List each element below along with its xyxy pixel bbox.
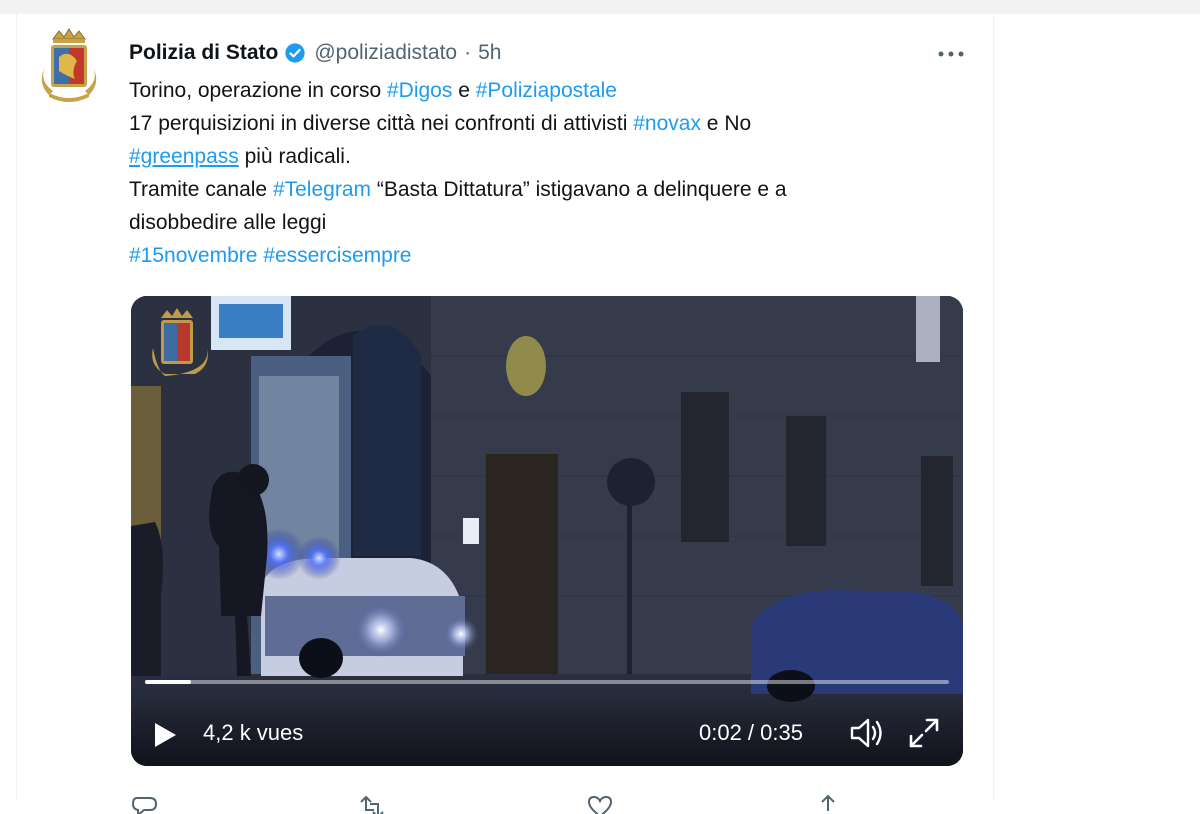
fullscreen-icon (909, 718, 939, 748)
text-segment: Torino, operazione in corso (129, 79, 387, 102)
page-background-strip (0, 0, 1200, 14)
author-handle[interactable]: @poliziadistato (314, 41, 457, 65)
text-segment: e No (700, 112, 752, 135)
more-options-button[interactable] (933, 42, 969, 66)
text-segment: 17 perquisizioni in diverse città nei co… (129, 112, 634, 135)
header-separator: · (464, 41, 472, 64)
play-icon (155, 723, 176, 747)
text-segment: più radicali. (238, 145, 351, 168)
text-segment: “Basta Dittatura” istigavano a delinquer… (371, 178, 787, 201)
hashtag-digos[interactable]: #Digos (387, 79, 452, 102)
volume-button[interactable] (849, 716, 885, 750)
hashtag-telegram[interactable]: #Telegram (273, 178, 371, 201)
tweet-line-2: 17 perquisizioni in diverse città nei co… (129, 107, 969, 140)
tweet-line-6: #15novembre #essercisempre (129, 239, 969, 272)
retweet-icon (360, 795, 384, 814)
more-options-icon (938, 51, 964, 57)
text-segment: e (452, 79, 476, 102)
video-time: 0:02 / 0:35 (699, 720, 803, 745)
retweet-button[interactable] (357, 792, 387, 814)
tweet-header: Polizia di Stato @poliziadistato · 5h (129, 38, 501, 68)
avatar[interactable] (37, 28, 101, 102)
tweet-card: Polizia di Stato @poliziadistato · 5h To… (16, 14, 994, 814)
text-segment: disobbedire alle leggi (129, 211, 327, 234)
reply-button[interactable] (129, 792, 159, 814)
video-player[interactable]: 4,2 k vues 0:02 / 0:35 (131, 296, 963, 766)
tweet-line-4: Tramite canale #Telegram “Basta Dittatur… (129, 173, 969, 206)
verified-badge-icon (284, 42, 306, 64)
video-progress-fill (145, 680, 191, 684)
tweet-line-3: #greenpass più radicali. (129, 140, 969, 173)
hashtag-poliziapostale[interactable]: #Poliziapostale (476, 79, 617, 102)
polizia-logo-icon (41, 28, 97, 102)
tweet-time[interactable]: 5h (478, 41, 501, 65)
share-icon (821, 794, 835, 811)
video-progress-bar[interactable] (145, 680, 949, 684)
share-button[interactable] (813, 792, 843, 814)
tweet-text: Torino, operazione in corso #Digos e #Po… (129, 74, 969, 272)
hashtag-greenpass[interactable]: #greenpass (129, 145, 239, 168)
volume-icon (850, 718, 882, 748)
hashtag-novax[interactable]: #novax (633, 112, 701, 135)
tweet-line-1: Torino, operazione in corso #Digos e #Po… (129, 74, 969, 107)
video-controls: 4,2 k vues 0:02 / 0:35 (131, 696, 963, 766)
play-button[interactable] (151, 720, 179, 750)
hashtag-essercisempre[interactable]: #essercisempre (263, 244, 411, 267)
like-icon (587, 795, 613, 814)
view-count: 4,2 k vues (203, 720, 304, 745)
hashtag-15novembre[interactable]: #15novembre (129, 244, 257, 267)
author-name[interactable]: Polizia di Stato (129, 41, 278, 65)
like-button[interactable] (585, 792, 615, 814)
tweet-actions (129, 792, 969, 814)
tweet-line-5: disobbedire alle leggi (129, 206, 969, 239)
text-segment: Tramite canale (129, 178, 273, 201)
fullscreen-button[interactable] (907, 716, 941, 750)
reply-icon (131, 797, 158, 814)
